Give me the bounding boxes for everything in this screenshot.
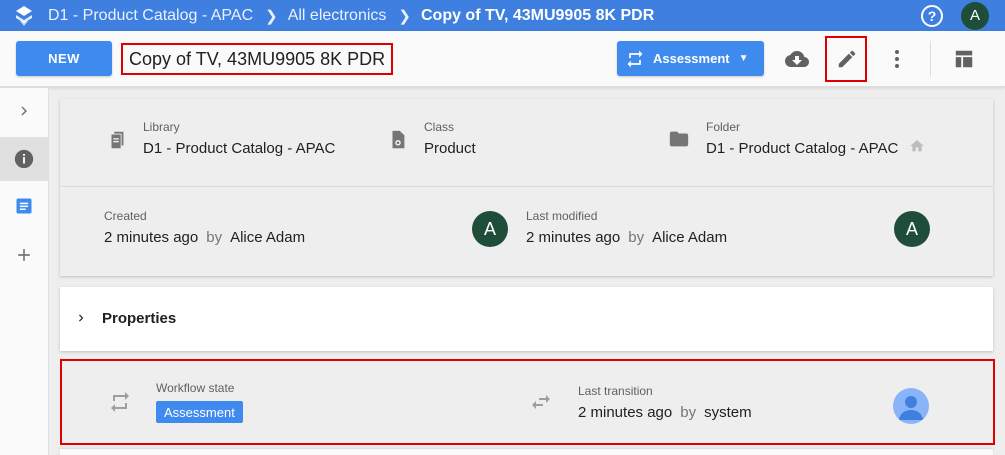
app-logo-icon[interactable] xyxy=(0,0,48,31)
transition-arrows-icon xyxy=(529,390,553,414)
workflow-state-label: Workflow state xyxy=(156,381,235,395)
edit-pencil-icon[interactable] xyxy=(829,41,865,77)
side-nav xyxy=(0,88,49,455)
transition-user: system xyxy=(704,404,752,421)
help-icon[interactable]: ? xyxy=(921,4,943,27)
expand-chevron-icon[interactable] xyxy=(74,309,88,332)
workflow-state-button[interactable]: Assessment ▼ xyxy=(617,41,764,76)
modified-user-avatar[interactable]: A xyxy=(894,211,930,247)
library-icon xyxy=(105,128,129,152)
last-transition-info: 2 minutes ago by system xyxy=(578,404,752,421)
breadcrumb-current-document: Copy of TV, 43MU9905 8K PDR xyxy=(420,6,655,24)
expand-chevron-icon[interactable] xyxy=(0,89,48,133)
folder-icon xyxy=(667,127,691,151)
user-avatar[interactable]: A xyxy=(961,1,989,30)
document-toolbar: NEW Copy of TV, 43MU9905 8K PDR Assessme… xyxy=(0,31,1005,87)
class-label: Class xyxy=(424,120,455,134)
info-divider xyxy=(60,186,993,187)
created-user-avatar[interactable]: A xyxy=(472,211,508,247)
new-button[interactable]: NEW xyxy=(16,41,112,76)
breadcrumb-folder[interactable]: All electronics xyxy=(288,7,387,25)
modified-label: Last modified xyxy=(526,209,598,223)
library-value[interactable]: D1 - Product Catalog - APAC xyxy=(143,140,335,157)
class-icon xyxy=(386,128,410,152)
properties-title[interactable]: Properties xyxy=(102,310,176,327)
library-label: Library xyxy=(143,120,180,134)
layout-icon[interactable] xyxy=(946,41,982,77)
created-user: Alice Adam xyxy=(230,229,306,246)
chevron-down-icon: ▼ xyxy=(738,53,749,64)
home-icon xyxy=(907,136,927,156)
transition-by-text: by xyxy=(680,404,697,421)
document-info-panel: Library D1 - Product Catalog - APAC Clas… xyxy=(60,99,993,276)
document-title[interactable]: Copy of TV, 43MU9905 8K PDR xyxy=(121,43,394,75)
top-app-bar: D1 - Product Catalog - APAC ❯ All electr… xyxy=(0,0,1005,31)
folder-label: Folder xyxy=(706,120,741,134)
document-icon[interactable] xyxy=(0,184,48,228)
workflow-state-badge: Assessment xyxy=(156,401,243,423)
created-label: Created xyxy=(104,209,147,223)
workflow-panel: Workflow state Assessment Last transitio… xyxy=(60,359,995,445)
properties-panel[interactable]: Properties xyxy=(60,287,993,351)
class-value: Product xyxy=(424,140,476,157)
system-user-avatar[interactable] xyxy=(893,388,929,424)
breadcrumb-separator-icon: ❯ xyxy=(265,7,278,25)
breadcrumb-library[interactable]: D1 - Product Catalog - APAC xyxy=(48,7,253,25)
info-icon[interactable] xyxy=(0,137,48,181)
modified-info: 2 minutes ago by Alice Adam xyxy=(526,229,727,246)
folder-value[interactable]: D1 - Product Catalog - APAC xyxy=(706,140,898,157)
workflow-state-button-label: Assessment xyxy=(653,51,730,66)
toolbar-divider xyxy=(930,41,931,77)
created-by-text: by xyxy=(206,229,223,246)
modified-time: 2 minutes ago xyxy=(526,229,621,246)
modified-user: Alice Adam xyxy=(652,229,728,246)
modified-by-text: by xyxy=(628,229,645,246)
next-panel-edge xyxy=(60,449,993,455)
breadcrumb-separator-icon: ❯ xyxy=(398,7,411,25)
add-icon[interactable] xyxy=(0,233,48,277)
more-vert-icon[interactable] xyxy=(879,41,915,77)
created-info: 2 minutes ago by Alice Adam xyxy=(104,229,305,246)
last-transition-label: Last transition xyxy=(578,384,653,398)
workflow-sync-icon xyxy=(617,49,653,69)
workflow-sync-icon xyxy=(108,390,132,414)
download-icon[interactable] xyxy=(779,41,815,77)
created-time: 2 minutes ago xyxy=(104,229,199,246)
transition-time: 2 minutes ago xyxy=(578,404,673,421)
